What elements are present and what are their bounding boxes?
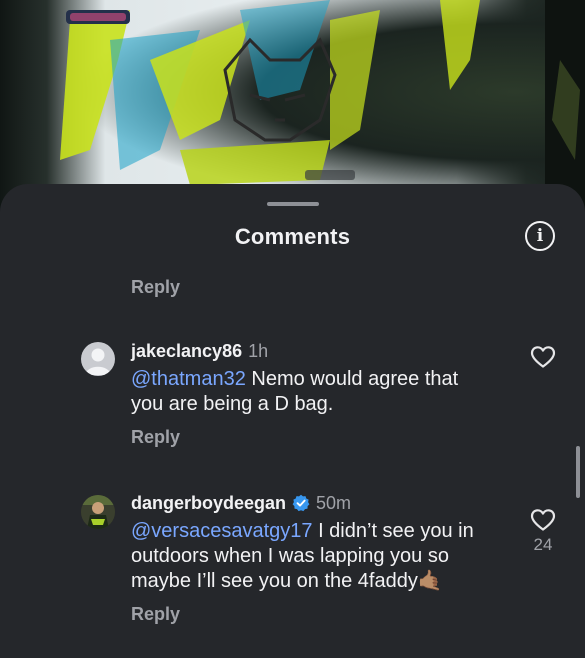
comment-time: 50m bbox=[316, 493, 352, 513]
comment-text-line-2: outdoors when I was lapping you so bbox=[131, 545, 449, 567]
comment-text-line-1: I didn’t see you in bbox=[312, 520, 474, 542]
heart-icon[interactable] bbox=[530, 345, 556, 369]
avatar[interactable] bbox=[81, 495, 115, 529]
scrollbar[interactable] bbox=[576, 446, 580, 498]
reply-button[interactable]: Reply bbox=[131, 604, 180, 625]
comment-text: @thatman32 Nemo would agree that you are… bbox=[131, 367, 511, 417]
comment-mention[interactable]: @thatman32 bbox=[131, 368, 246, 390]
emoji: 🤙🏽 bbox=[417, 570, 443, 592]
comment-username[interactable]: jakeclancy86 bbox=[131, 341, 242, 361]
comment-text-line-1: Nemo would agree that bbox=[245, 368, 459, 390]
comments-sheet[interactable]: Comments i Reply jakeclancy86 1h @thatman… bbox=[0, 184, 585, 658]
like-count: 24 bbox=[533, 535, 553, 554]
comment-text-line-2: you are being a D bag. bbox=[131, 393, 334, 415]
comment-text: @versacesavatgy17 I didn’t see you in ou… bbox=[131, 519, 511, 594]
comment-username[interactable]: dangerboydeegan bbox=[131, 493, 286, 513]
comment-mention[interactable]: @versacesavatgy17 bbox=[131, 520, 313, 542]
reply-button[interactable]: Reply bbox=[131, 277, 180, 298]
sheet-title: Comments bbox=[234, 224, 351, 249]
heart-icon[interactable] bbox=[530, 508, 556, 532]
comment-header: dangerboydeegan 50m bbox=[131, 493, 351, 514]
comment-time: 1h bbox=[248, 341, 269, 361]
default-avatar-icon[interactable] bbox=[81, 342, 115, 376]
verified-badge-icon bbox=[292, 494, 310, 512]
sheet-grabber-handle[interactable] bbox=[267, 202, 319, 206]
comment-text-line-3: maybe I’ll see you on the 4faddy bbox=[131, 570, 418, 592]
comment-header: jakeclancy86 1h bbox=[131, 341, 268, 362]
reply-button[interactable]: Reply bbox=[131, 427, 180, 448]
info-icon[interactable]: i bbox=[525, 221, 555, 251]
